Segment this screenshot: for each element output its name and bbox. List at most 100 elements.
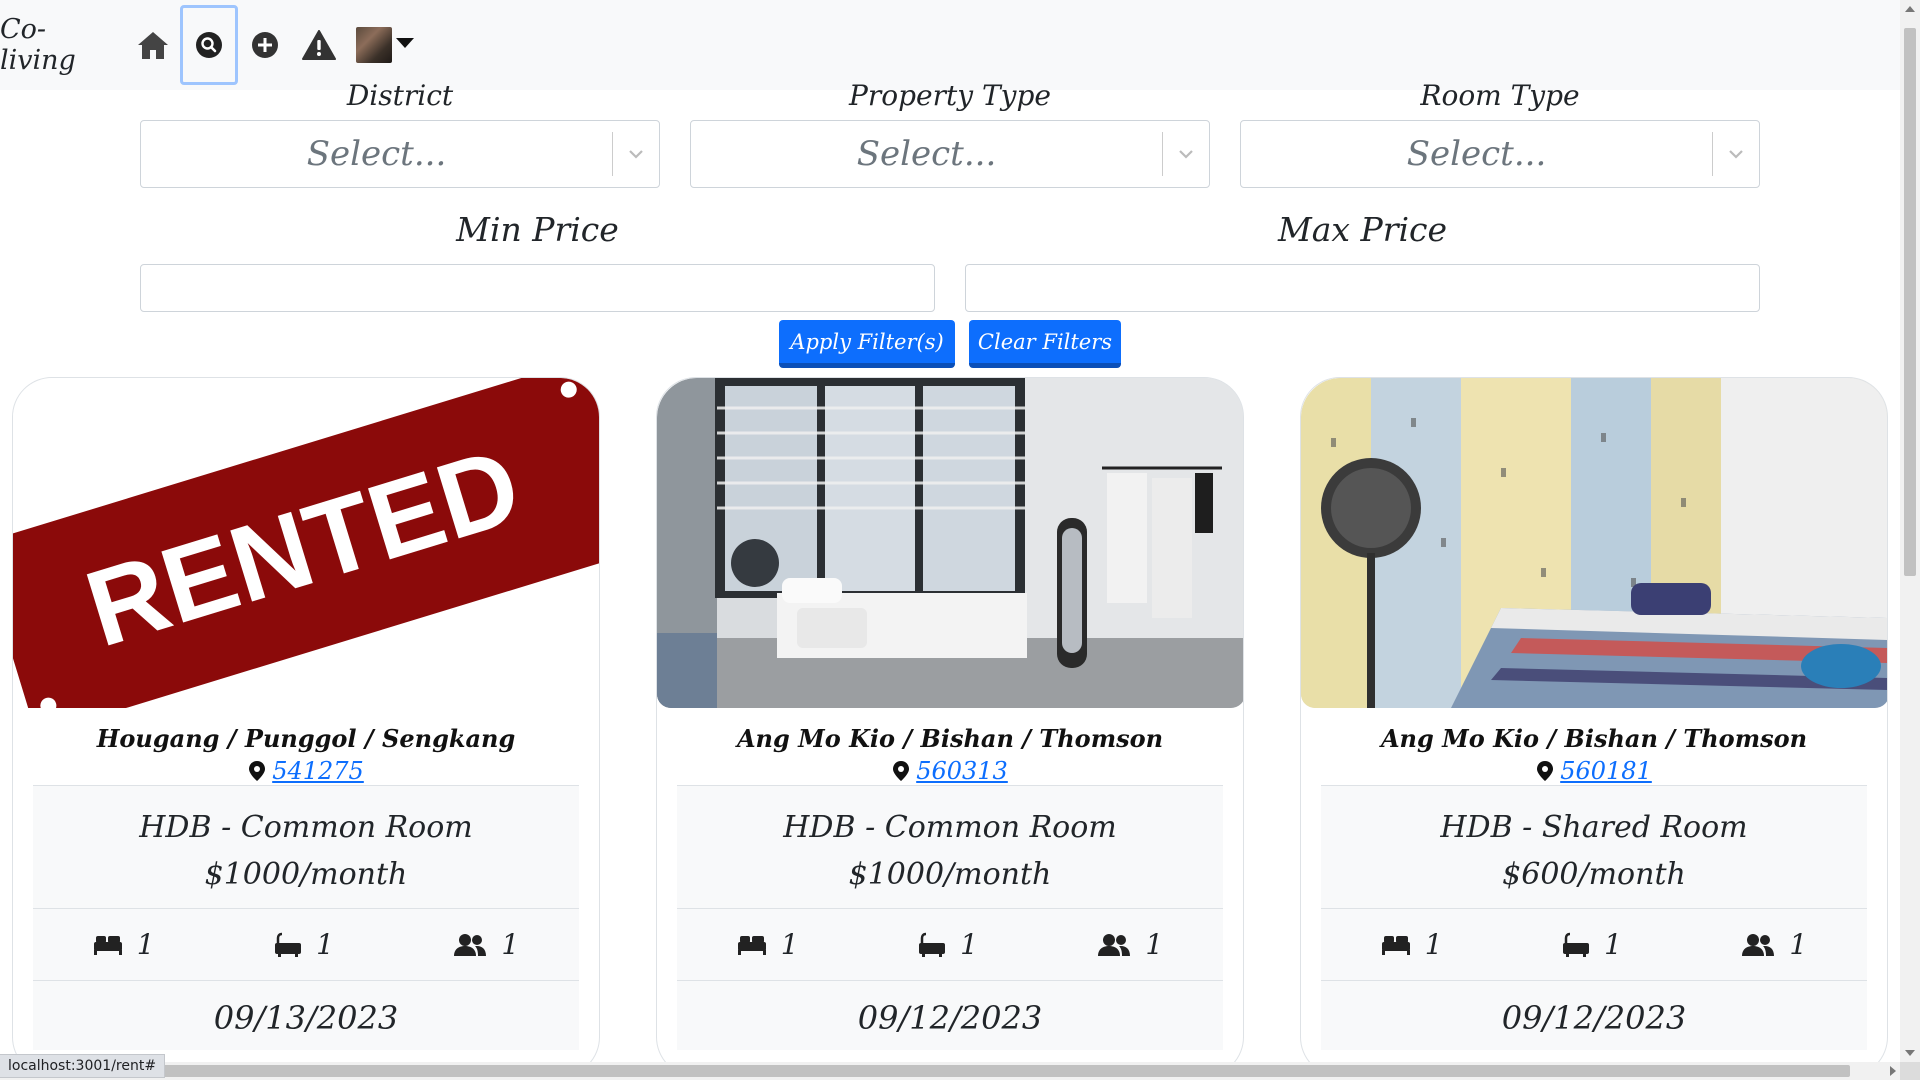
occupants-value: 1 — [1789, 928, 1808, 961]
occupants-value: 1 — [501, 928, 520, 961]
chevron-down-icon[interactable] — [1713, 149, 1759, 159]
report-nav-button[interactable] — [292, 5, 346, 85]
listing-date: 09/12/2023 — [1321, 980, 1867, 1050]
scroll-up-icon[interactable] — [1905, 6, 1915, 12]
map-pin-icon — [1537, 761, 1554, 781]
beds-count: 1 — [1381, 928, 1443, 961]
horizontal-scrollbar[interactable] — [0, 1062, 1900, 1080]
bath-icon — [275, 932, 302, 957]
chevron-down-icon[interactable] — [613, 149, 659, 159]
beds-value: 1 — [1424, 928, 1443, 961]
listing-date: 09/12/2023 — [677, 980, 1223, 1050]
clear-filters-button[interactable]: Clear Filters — [969, 320, 1121, 368]
profile-dropdown[interactable] — [356, 27, 414, 63]
apply-filters-button[interactable]: Apply Filter(s) — [779, 320, 955, 368]
map-pin-icon — [893, 761, 910, 781]
max-price-label: Max Price — [1277, 210, 1448, 249]
district-filter: District Select... — [140, 80, 660, 188]
listing-price: $1000/month — [848, 857, 1052, 892]
district-select-placeholder: Select... — [306, 134, 447, 174]
search-icon — [196, 32, 222, 58]
listing-details: HDB - Common Room $1000/month — [33, 785, 579, 908]
listing-features: 1 1 1 — [33, 908, 579, 980]
search-nav-button[interactable] — [180, 5, 238, 85]
listing-image-rented[interactable]: RENTED — [13, 378, 599, 708]
bath-icon — [919, 932, 946, 957]
listing-type: HDB - Shared Room — [1440, 810, 1748, 845]
horizontal-scroll-thumb[interactable] — [150, 1065, 1850, 1077]
listing-card[interactable]: Ang Mo Kio / Bishan / Thomson 560181 HDB… — [1300, 377, 1888, 1077]
listing-price: $600/month — [1502, 857, 1686, 892]
room-type-select[interactable]: Select... — [1240, 120, 1760, 188]
property-type-filter: Property Type Select... — [690, 80, 1210, 188]
baths-value: 1 — [960, 928, 978, 961]
listing-price: $1000/month — [204, 857, 408, 892]
district-select[interactable]: Select... — [140, 120, 660, 188]
listing-location: Ang Mo Kio / Bishan / Thomson — [736, 724, 1164, 753]
listing-location: Hougang / Punggol / Sengkang — [96, 724, 516, 753]
listing-type: HDB - Common Room — [783, 810, 1117, 845]
occupants-count: 1 — [1097, 928, 1163, 961]
bath-icon — [1563, 932, 1590, 957]
listing-location: Ang Mo Kio / Bishan / Thomson — [1380, 724, 1808, 753]
baths-count: 1 — [918, 928, 978, 961]
baths-count: 1 — [274, 928, 334, 961]
plus-circle-icon — [252, 32, 278, 58]
bed-icon — [1381, 935, 1410, 955]
postal-code-link[interactable]: 560313 — [916, 757, 1008, 785]
listing-cards: RENTED Hougang / Punggol / Sengkang 5412… — [12, 377, 1888, 1077]
listing-card[interactable]: Ang Mo Kio / Bishan / Thomson 560313 HDB… — [656, 377, 1244, 1077]
scroll-down-icon[interactable] — [1905, 1050, 1915, 1056]
listing-photo[interactable] — [1301, 378, 1887, 708]
vertical-scrollbar[interactable] — [1900, 0, 1920, 1062]
warning-icon — [302, 30, 336, 60]
avatar — [356, 27, 392, 63]
home-icon — [138, 32, 168, 59]
occupants-value: 1 — [1145, 928, 1164, 961]
listing-photo[interactable] — [657, 378, 1243, 708]
postal-code-link[interactable]: 560181 — [1560, 757, 1652, 785]
listing-type: HDB - Common Room — [139, 810, 473, 845]
nav-icons — [126, 5, 346, 85]
users-icon — [1098, 933, 1131, 956]
beds-count: 1 — [737, 928, 799, 961]
beds-value: 1 — [780, 928, 799, 961]
listing-postal: 560313 — [657, 757, 1243, 785]
listing-date: 09/13/2023 — [33, 980, 579, 1050]
listing-card[interactable]: RENTED Hougang / Punggol / Sengkang 5412… — [12, 377, 600, 1077]
users-icon — [1742, 933, 1775, 956]
home-nav-button[interactable] — [126, 5, 180, 85]
filter-buttons: Apply Filter(s) Clear Filters — [0, 320, 1900, 368]
listing-features: 1 1 1 — [677, 908, 1223, 980]
baths-value: 1 — [316, 928, 334, 961]
bed-icon — [737, 935, 766, 955]
status-bar-url: localhost:3001/rent# — [0, 1054, 166, 1078]
property-type-select[interactable]: Select... — [690, 120, 1210, 188]
navbar: Co-living — [0, 0, 1900, 90]
scroll-right-icon[interactable] — [1890, 1066, 1896, 1076]
listing-details: HDB - Shared Room $600/month — [1321, 785, 1867, 908]
property-type-label: Property Type — [849, 79, 1051, 112]
baths-value: 1 — [1604, 928, 1622, 961]
chevron-down-icon[interactable] — [1163, 149, 1209, 159]
beds-count: 1 — [93, 928, 155, 961]
users-icon — [454, 933, 487, 956]
chevron-down-icon — [396, 38, 414, 48]
listing-postal: 541275 — [13, 757, 599, 785]
bed-icon — [93, 935, 122, 955]
add-nav-button[interactable] — [238, 5, 292, 85]
brand-logo[interactable]: Co-living — [0, 14, 118, 76]
room-type-select-placeholder: Select... — [1406, 134, 1547, 174]
map-pin-icon — [249, 761, 266, 781]
listing-features: 1 1 1 — [1321, 908, 1867, 980]
vertical-scroll-thumb[interactable] — [1904, 28, 1916, 576]
listing-details: HDB - Common Room $1000/month — [677, 785, 1223, 908]
filter-row-prices: Min Price Max Price — [140, 210, 1760, 312]
postal-code-link[interactable]: 541275 — [272, 757, 364, 785]
occupants-count: 1 — [1741, 928, 1807, 961]
occupants-count: 1 — [453, 928, 519, 961]
min-price-input[interactable] — [140, 264, 935, 312]
max-price-input[interactable] — [965, 264, 1760, 312]
beds-value: 1 — [136, 928, 155, 961]
property-type-select-placeholder: Select... — [856, 134, 997, 174]
